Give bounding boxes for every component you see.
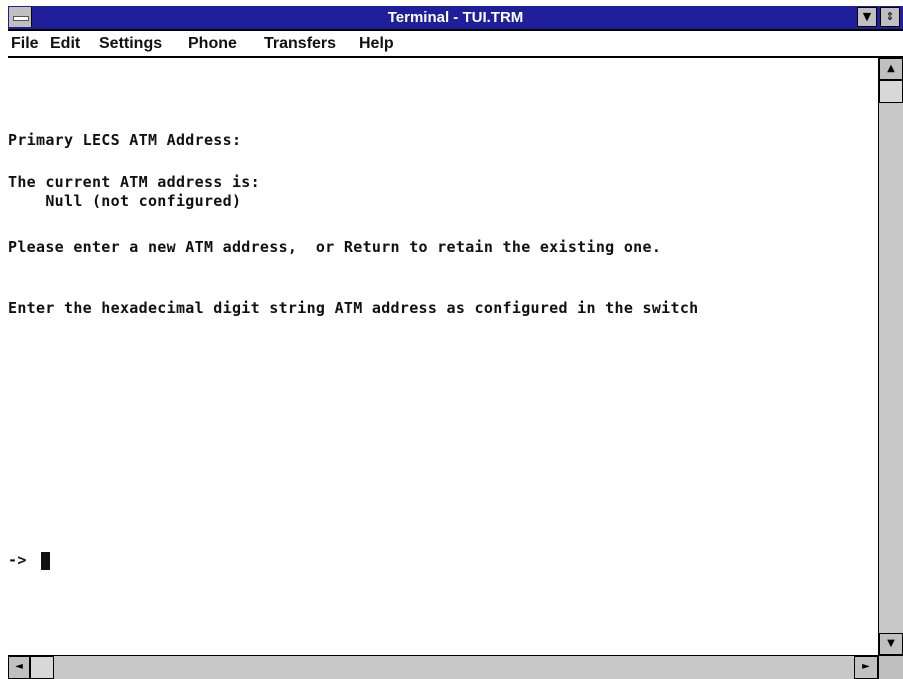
- menu-edit[interactable]: Edit: [50, 35, 80, 53]
- text-cursor: [41, 552, 50, 570]
- menu-file[interactable]: File: [11, 35, 39, 53]
- menu-phone[interactable]: Phone: [188, 35, 237, 53]
- title-bar[interactable]: Terminal - TUI.TRM ▼ ⇕: [8, 6, 903, 31]
- minimize-button[interactable]: ▼: [857, 7, 877, 27]
- terminal-line: Null (not configured): [8, 192, 242, 210]
- menu-transfers[interactable]: Transfers: [264, 35, 336, 53]
- terminal-screen[interactable]: Primary LECS ATM Address: The current AT…: [8, 58, 878, 655]
- terminal-line: Please enter a new ATM address, or Retur…: [8, 238, 662, 256]
- vertical-scrollbar[interactable]: ▲ ▼: [878, 58, 903, 657]
- terminal-line: Enter the hexadecimal digit string ATM a…: [8, 299, 699, 317]
- window-title: Terminal - TUI.TRM: [387, 9, 524, 26]
- horizontal-scroll-thumb[interactable]: [30, 656, 54, 679]
- scrollbar-corner: [878, 655, 903, 679]
- horizontal-scrollbar[interactable]: ◄ ►: [8, 655, 878, 679]
- terminal-line: The current ATM address is:: [8, 173, 260, 191]
- menu-help[interactable]: Help: [359, 35, 394, 53]
- scroll-down-button[interactable]: ▼: [879, 633, 903, 655]
- restore-button[interactable]: ⇕: [880, 7, 900, 27]
- vertical-scroll-thumb[interactable]: [879, 80, 903, 103]
- terminal-line: Primary LECS ATM Address:: [8, 131, 242, 149]
- prompt: ->: [8, 551, 27, 569]
- scroll-up-button[interactable]: ▲: [879, 58, 903, 80]
- terminal-window: Terminal - TUI.TRM ▼ ⇕ File Edit Setting…: [8, 6, 903, 679]
- menu-settings[interactable]: Settings: [99, 35, 162, 53]
- scroll-left-button[interactable]: ◄: [8, 656, 30, 679]
- scroll-right-button[interactable]: ►: [854, 656, 878, 679]
- menu-bar: File Edit Settings Phone Transfers Help: [8, 31, 903, 58]
